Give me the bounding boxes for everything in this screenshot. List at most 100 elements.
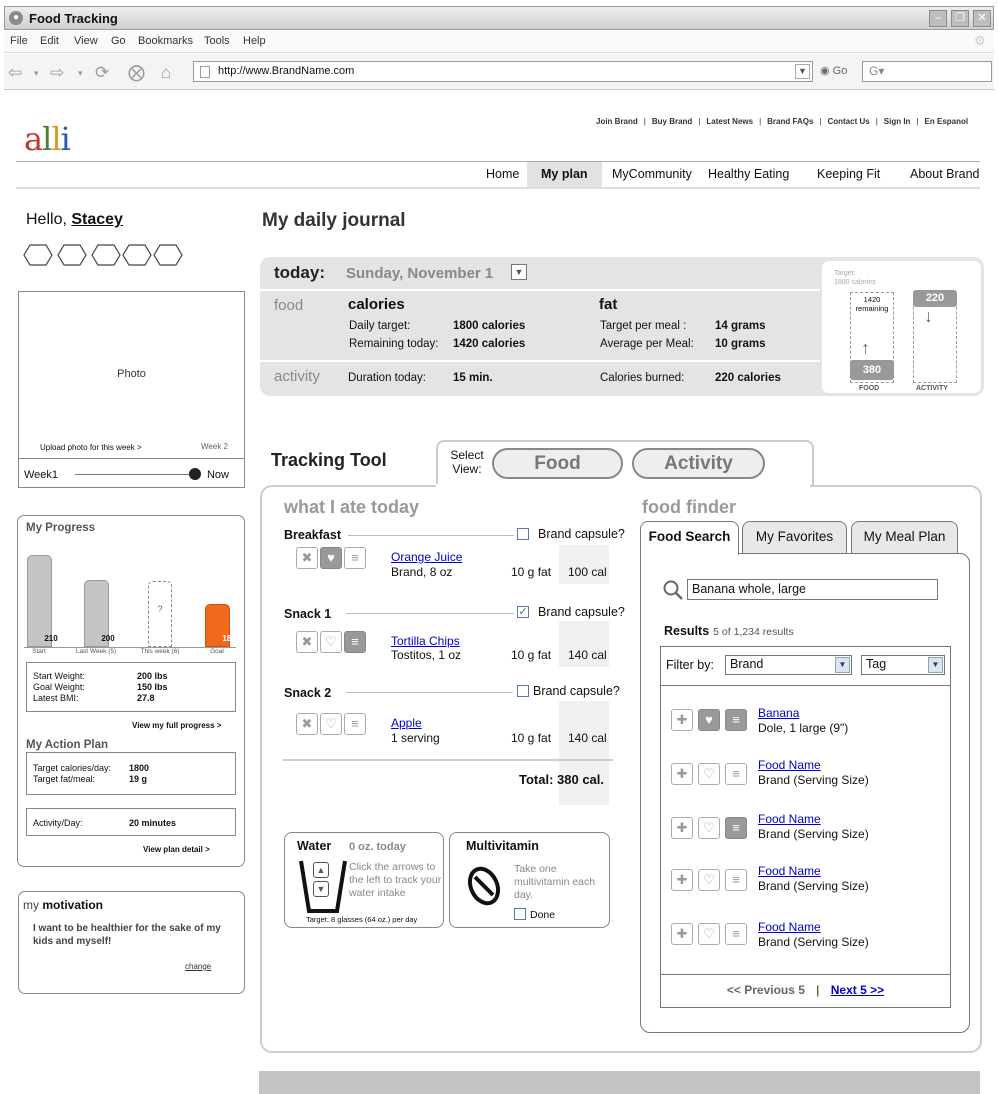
footer-bar bbox=[259, 1071, 980, 1094]
result-food-link[interactable]: Food Name bbox=[758, 864, 821, 878]
favorite-heart-icon[interactable]: ♥ bbox=[320, 547, 342, 569]
forward-icon[interactable]: ⇨ bbox=[50, 63, 64, 83]
url-field[interactable]: http://www.BrandName.com ▼ bbox=[193, 61, 813, 82]
favorite-heart-icon[interactable]: ♡ bbox=[698, 869, 720, 891]
next-page-link[interactable]: Next 5 >> bbox=[831, 983, 884, 997]
news-link[interactable]: Latest News bbox=[706, 117, 753, 126]
plan-detail-link[interactable]: View plan detail > bbox=[143, 845, 210, 854]
menu-go[interactable]: Go bbox=[111, 35, 126, 47]
nav-my-plan[interactable]: My plan bbox=[527, 162, 602, 187]
details-list-icon[interactable]: ≡ bbox=[344, 547, 366, 569]
motivation-title-bold: motivation bbox=[42, 898, 104, 912]
week-slider-handle[interactable] bbox=[189, 468, 201, 480]
go-button[interactable]: ◉ Go bbox=[820, 64, 847, 77]
nav-mycommunity[interactable]: MyCommunity bbox=[612, 162, 692, 187]
capsule-checkbox-snack-1[interactable]: ✓ bbox=[517, 606, 529, 618]
menu-help[interactable]: Help bbox=[243, 35, 266, 47]
nav-about-brand[interactable]: About Brand bbox=[910, 162, 980, 187]
bar-caption: This week (6) bbox=[140, 648, 180, 655]
favorite-heart-icon[interactable]: ♡ bbox=[698, 763, 720, 785]
url-dropdown-icon[interactable]: ▼ bbox=[795, 64, 810, 79]
menu-file[interactable]: File bbox=[10, 35, 28, 47]
user-name-link[interactable]: Stacey bbox=[71, 211, 123, 228]
result-food-link[interactable]: Food Name bbox=[758, 812, 821, 826]
capsule-checkbox-snack-2[interactable] bbox=[517, 685, 529, 697]
tab-my-meal-plan[interactable]: My Meal Plan bbox=[851, 521, 958, 554]
view-food-button[interactable]: Food bbox=[492, 448, 623, 479]
add-food-icon[interactable]: ✚ bbox=[671, 923, 693, 945]
details-list-icon[interactable]: ≡ bbox=[344, 631, 366, 653]
stop-icon[interactable]: ⨂ bbox=[128, 63, 145, 83]
upload-photo-link[interactable]: Upload photo for this week > bbox=[40, 443, 142, 452]
logo-letter: l bbox=[42, 120, 52, 158]
water-up-arrow-icon[interactable]: ▲ bbox=[313, 862, 329, 878]
tag-filter-select[interactable]: Tag ▼ bbox=[861, 655, 945, 675]
date-dropdown-icon[interactable]: ▼ bbox=[511, 264, 527, 280]
details-list-icon[interactable]: ≡ bbox=[725, 709, 747, 731]
forward-menu-icon[interactable]: ▾ bbox=[78, 68, 83, 79]
menu-bookmarks[interactable]: Bookmarks bbox=[138, 35, 193, 47]
favorite-heart-icon[interactable]: ♡ bbox=[698, 817, 720, 839]
food-search-input[interactable]: Banana whole, large bbox=[687, 579, 938, 600]
vitamin-done-checkbox[interactable] bbox=[514, 908, 526, 920]
nav-home[interactable]: Home bbox=[486, 162, 519, 187]
details-list-icon[interactable]: ≡ bbox=[725, 869, 747, 891]
tab-food-search[interactable]: Food Search bbox=[640, 521, 739, 555]
favorite-heart-icon[interactable]: ♡ bbox=[320, 713, 342, 735]
previous-page-link[interactable]: << Previous 5 bbox=[727, 983, 805, 997]
maximize-icon[interactable]: ❐ bbox=[951, 10, 969, 27]
week-slider-track[interactable] bbox=[75, 474, 195, 475]
food-item-link[interactable]: Apple bbox=[391, 716, 422, 730]
espanol-link[interactable]: En Espanol bbox=[925, 117, 969, 126]
result-food-link[interactable]: Food Name bbox=[758, 758, 821, 772]
add-food-icon[interactable]: ✚ bbox=[671, 817, 693, 839]
close-icon[interactable]: ✕ bbox=[973, 10, 991, 27]
stat-label: Goal Weight: bbox=[33, 682, 85, 692]
home-icon[interactable]: ⌂ bbox=[161, 63, 171, 83]
food-item-link[interactable]: Orange Juice bbox=[391, 550, 462, 564]
view-activity-button[interactable]: Activity bbox=[632, 448, 765, 479]
brand-logo[interactable]: alli bbox=[24, 120, 71, 158]
join-link[interactable]: Join Brand bbox=[596, 117, 638, 126]
add-food-icon[interactable]: ✚ bbox=[671, 869, 693, 891]
capsule-label: Brand capsule? bbox=[538, 527, 625, 541]
details-list-icon[interactable]: ≡ bbox=[725, 923, 747, 945]
favorite-heart-icon[interactable]: ♡ bbox=[698, 923, 720, 945]
motivation-title-pre: my bbox=[23, 898, 39, 912]
menu-view[interactable]: View bbox=[74, 35, 98, 47]
tab-my-favorites[interactable]: My Favorites bbox=[742, 521, 847, 554]
nav-keeping-fit[interactable]: Keeping Fit bbox=[817, 162, 880, 187]
result-food-link[interactable]: Food Name bbox=[758, 920, 821, 934]
back-menu-icon[interactable]: ▾ bbox=[34, 68, 39, 79]
menu-edit[interactable]: Edit bbox=[40, 35, 59, 47]
water-down-arrow-icon[interactable]: ▼ bbox=[313, 881, 329, 897]
favorite-heart-icon[interactable]: ♥ bbox=[698, 709, 720, 731]
buy-link[interactable]: Buy Brand bbox=[652, 117, 692, 126]
browser-search-input[interactable]: G▾ bbox=[862, 61, 992, 82]
search-icon[interactable] bbox=[662, 579, 684, 601]
food-item-link[interactable]: Tortilla Chips bbox=[391, 634, 460, 648]
add-food-icon[interactable]: ✚ bbox=[671, 763, 693, 785]
change-motivation-link[interactable]: change bbox=[185, 962, 211, 971]
capsule-checkbox-breakfast[interactable] bbox=[517, 528, 529, 540]
details-list-icon[interactable]: ≡ bbox=[344, 713, 366, 735]
minimize-icon[interactable]: – bbox=[929, 10, 947, 27]
signin-link[interactable]: Sign In bbox=[884, 117, 911, 126]
add-food-icon[interactable]: ✚ bbox=[671, 709, 693, 731]
search-engine-icon: G▾ bbox=[869, 64, 885, 78]
menu-tools[interactable]: Tools bbox=[204, 35, 230, 47]
faq-link[interactable]: Brand FAQs bbox=[767, 117, 813, 126]
nav-healthy-eating[interactable]: Healthy Eating bbox=[708, 162, 789, 187]
reload-icon[interactable]: ⟳ bbox=[95, 63, 109, 83]
full-progress-link[interactable]: View my full progress > bbox=[132, 721, 221, 730]
details-list-icon[interactable]: ≡ bbox=[725, 817, 747, 839]
favorite-heart-icon[interactable]: ♡ bbox=[320, 631, 342, 653]
remove-icon[interactable]: ✖ bbox=[296, 713, 318, 735]
remove-icon[interactable]: ✖ bbox=[296, 547, 318, 569]
remove-icon[interactable]: ✖ bbox=[296, 631, 318, 653]
result-food-link[interactable]: Banana bbox=[758, 706, 799, 720]
back-icon[interactable]: ⇦ bbox=[8, 63, 22, 83]
brand-filter-select[interactable]: Brand ▼ bbox=[725, 655, 852, 675]
contact-link[interactable]: Contact Us bbox=[827, 117, 869, 126]
details-list-icon[interactable]: ≡ bbox=[725, 763, 747, 785]
